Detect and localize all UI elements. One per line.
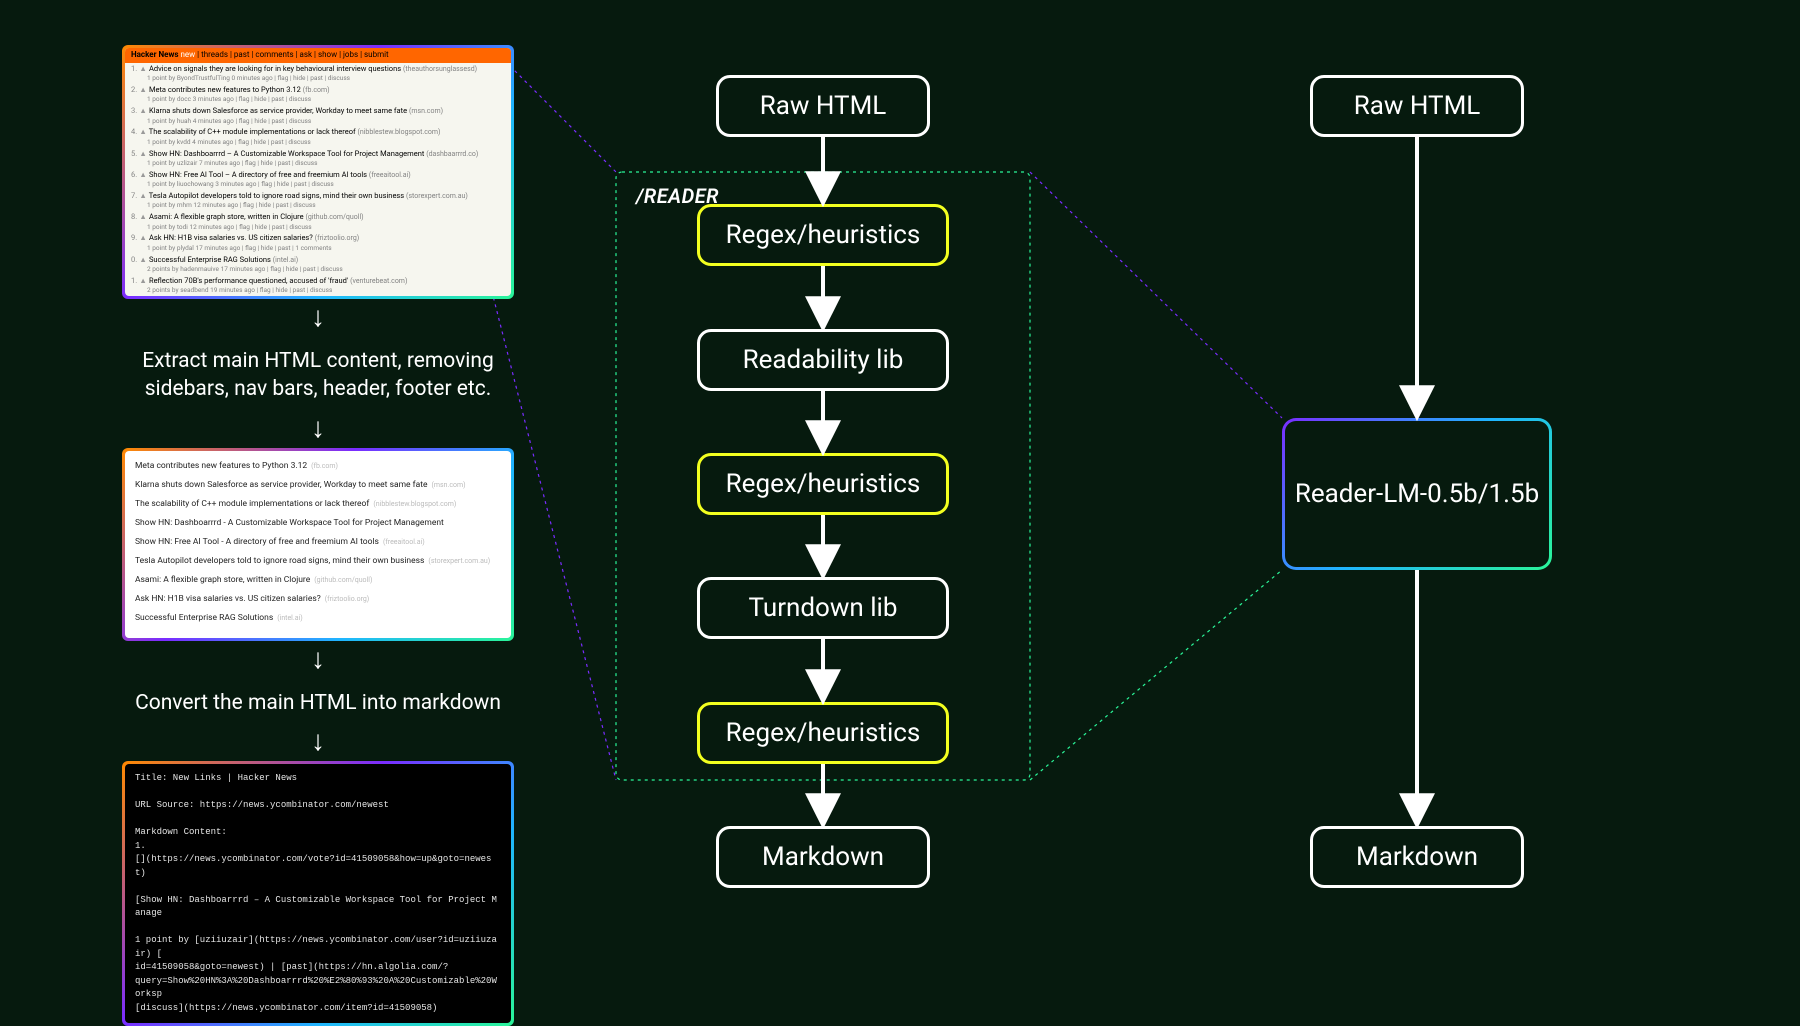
center-raw-html-label: Raw HTML bbox=[760, 91, 887, 121]
center-regex1-box: Regex/heuristics bbox=[697, 204, 949, 266]
center-regex3-label: Regex/heuristics bbox=[726, 718, 921, 748]
extracted-row: Show HN: Free AI Tool - A directory of f… bbox=[135, 533, 501, 552]
extracted-row: Tesla Autopilot developers told to ignor… bbox=[135, 552, 501, 571]
center-readability-label: Readability lib bbox=[743, 345, 904, 375]
hn-subline: 1 point by plydal 17 minutes ago | flag … bbox=[125, 244, 511, 254]
center-regex2-box: Regex/heuristics bbox=[697, 453, 949, 515]
right-raw-html-box: Raw HTML bbox=[1310, 75, 1524, 137]
hn-row: 5. ▲ Show HN: Dashboarrrd – A Customizab… bbox=[125, 148, 511, 159]
arrow-down-icon: ↓ bbox=[311, 414, 325, 442]
center-regex2-label: Regex/heuristics bbox=[726, 469, 921, 499]
markdown-output-thumbnail: Title: New Links | Hacker News URL Sourc… bbox=[122, 761, 514, 1026]
extracted-row: Meta contributes new features to Python … bbox=[135, 457, 501, 476]
hn-raw-thumbnail: Hacker News new | threads | past | comme… bbox=[122, 45, 514, 299]
hn-rows: 1. ▲ Advice on signals they are looking … bbox=[125, 63, 511, 296]
hn-brand: Hacker News bbox=[131, 50, 178, 59]
center-turndown-box: Turndown lib bbox=[697, 577, 949, 639]
hn-subline: 1 point by docc 3 minutes ago | flag | h… bbox=[125, 95, 511, 105]
hn-row: 6. ▲ Show HN: Free AI Tool – A directory… bbox=[125, 169, 511, 180]
extracted-row: Successful Enterprise RAG Solutions(inte… bbox=[135, 609, 501, 628]
center-regex3-box: Regex/heuristics bbox=[697, 702, 949, 764]
arrow-down-icon: ↓ bbox=[311, 303, 325, 331]
hn-subline: 1 point by kvdd 4 minutes ago | flag | h… bbox=[125, 138, 511, 148]
hn-row: 1. ▲ Advice on signals they are looking … bbox=[125, 63, 511, 74]
right-markdown-label: Markdown bbox=[1356, 842, 1478, 872]
hn-subline: 1 point by huah 4 minutes ago | flag | h… bbox=[125, 117, 511, 127]
caption-extract-line2: sidebars, nav bars, header, footer etc. bbox=[145, 377, 492, 401]
center-readability-box: Readability lib bbox=[697, 329, 949, 391]
arrow-down-icon: ↓ bbox=[311, 645, 325, 673]
hn-subline: 2 points by hadenmauive 17 minutes ago |… bbox=[125, 265, 511, 275]
hn-nav: | threads | past | comments | ask | show… bbox=[197, 50, 389, 59]
right-markdown-box: Markdown bbox=[1310, 826, 1524, 888]
left-example-column: Hacker News new | threads | past | comme… bbox=[98, 45, 538, 1026]
reader-lm-box: Reader-LM-0.5b/1.5b bbox=[1282, 418, 1552, 570]
hn-header: Hacker News new | threads | past | comme… bbox=[125, 48, 511, 63]
center-turndown-label: Turndown lib bbox=[749, 593, 898, 623]
hn-row: 7. ▲ Tesla Autopilot developers told to … bbox=[125, 190, 511, 201]
extracted-row: Klarna shuts down Salesforce as service … bbox=[135, 476, 501, 495]
center-regex1-label: Regex/heuristics bbox=[726, 220, 921, 250]
extracted-rows: Meta contributes new features to Python … bbox=[125, 451, 511, 638]
center-markdown-label: Markdown bbox=[762, 842, 884, 872]
right-raw-html-label: Raw HTML bbox=[1354, 91, 1481, 121]
caption-convert: Convert the main HTML into markdown bbox=[135, 689, 501, 717]
extracted-html-thumbnail: Meta contributes new features to Python … bbox=[122, 448, 514, 641]
hn-subline: 1 point by todi 12 minutes ago | flag | … bbox=[125, 223, 511, 233]
hn-subline: 2 points by seadbend 19 minutes ago | fl… bbox=[125, 286, 511, 296]
hn-subline: 1 point by liuochowang 3 minutes ago | f… bbox=[125, 180, 511, 190]
hn-row: 1. ▲ Reflection 70B's performance questi… bbox=[125, 275, 511, 286]
hn-subline: 1 point by uzlizair 7 minutes ago | flag… bbox=[125, 159, 511, 169]
caption-extract-line1: Extract main HTML content, removing bbox=[142, 349, 494, 373]
hn-subline: 1 point by mhm 12 minutes ago | flag | h… bbox=[125, 201, 511, 211]
extracted-row: The scalability of C++ module implementa… bbox=[135, 495, 501, 514]
extracted-row: Ask HN: H1B visa salaries vs. US citizen… bbox=[135, 590, 501, 609]
arrow-down-icon: ↓ bbox=[311, 727, 325, 755]
hn-row: 0. ▲ Successful Enterprise RAG Solutions… bbox=[125, 254, 511, 265]
hn-row: 9. ▲ Ask HN: H1B visa salaries vs. US ci… bbox=[125, 232, 511, 243]
hn-subline: 1 point by ByondTrustfulTing 0 minutes a… bbox=[125, 74, 511, 84]
reader-lm-label: Reader-LM-0.5b/1.5b bbox=[1295, 479, 1539, 509]
extracted-row: Asami: A flexible graph store, written i… bbox=[135, 571, 501, 590]
terminal-text: Title: New Links | Hacker News URL Sourc… bbox=[125, 764, 511, 1023]
hn-row: 3. ▲ Klarna shuts down Salesforce as ser… bbox=[125, 105, 511, 116]
center-markdown-box: Markdown bbox=[716, 826, 930, 888]
caption-extract: Extract main HTML content, removing side… bbox=[142, 347, 494, 404]
extracted-row: Show HN: Dashboarrrd - A Customizable Wo… bbox=[135, 514, 501, 533]
hn-new: new bbox=[180, 50, 195, 59]
center-raw-html-box: Raw HTML bbox=[716, 75, 930, 137]
hn-row: 8. ▲ Asami: A flexible graph store, writ… bbox=[125, 211, 511, 222]
hn-row: 4. ▲ The scalability of C++ module imple… bbox=[125, 126, 511, 137]
hn-row: 2. ▲ Meta contributes new features to Py… bbox=[125, 84, 511, 95]
